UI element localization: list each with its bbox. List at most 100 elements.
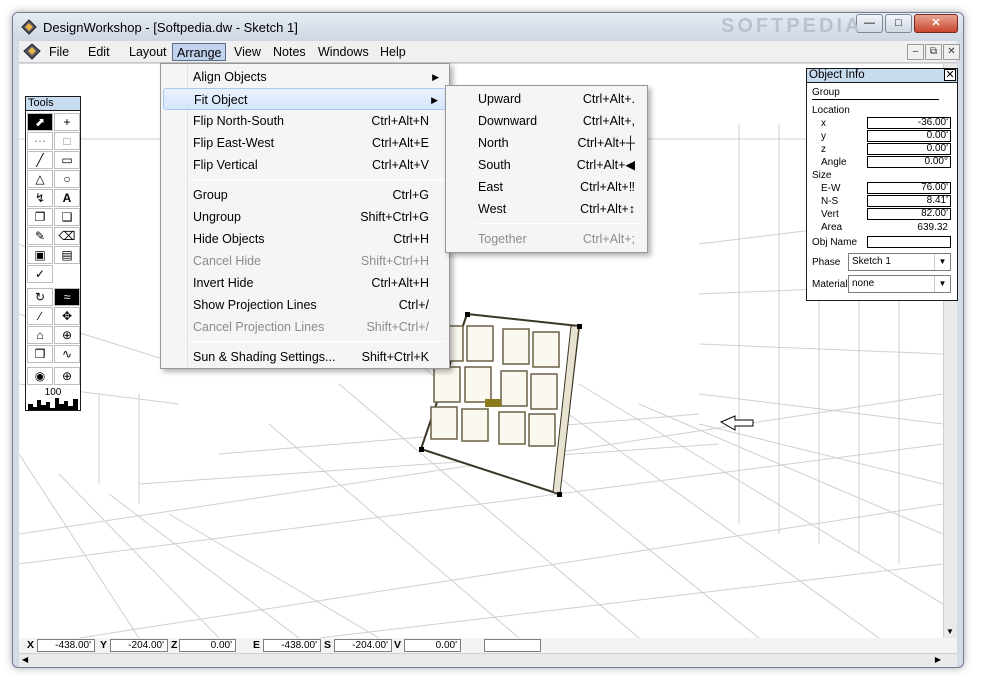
phase-select[interactable]: Sketch 1 ▼ [848, 253, 951, 271]
menu-arrange[interactable]: Arrange [172, 43, 227, 61]
menu-layout[interactable]: Layout [125, 43, 171, 61]
menu-edit[interactable]: Edit [84, 43, 114, 61]
menu-flip-east-west[interactable]: Flip East-West Ctrl+Alt+E [163, 132, 447, 154]
menu-file[interactable]: File [45, 43, 73, 61]
coord-e-field[interactable]: -438.00' [263, 639, 321, 652]
menu-item-label: Flip East-West [193, 136, 275, 150]
document-icon[interactable] [23, 43, 41, 60]
menu-fit-west[interactable]: West Ctrl+Alt+↕ [448, 198, 645, 220]
y-field[interactable]: 0.00' [867, 130, 951, 142]
scroll-left-icon[interactable]: ◀ [22, 655, 28, 664]
menu-shortcut: Ctrl+Alt+N [371, 114, 429, 128]
doc-restore-button[interactable]: ⧉ [925, 44, 942, 60]
maximize-button[interactable]: □ [885, 14, 912, 33]
crosshair-tool-icon[interactable]: + [54, 113, 80, 131]
target-tool-icon[interactable]: ⊕ [54, 367, 80, 385]
window-tool-icon[interactable]: ▤ [54, 246, 80, 264]
menu-flip-vertical[interactable]: Flip Vertical Ctrl+Alt+V [163, 154, 447, 176]
menu-shortcut: Ctrl+Alt+◀ [576, 158, 635, 172]
horizontal-scrollbar[interactable]: ◀ ▶ [19, 653, 957, 667]
walk-tool-icon[interactable]: ∿ [54, 345, 80, 363]
coord-s-field[interactable]: -204.00' [334, 639, 392, 652]
menu-shortcut: Ctrl+Alt+↕ [580, 202, 635, 216]
menu-cancel-projection-lines[interactable]: Cancel Projection Lines Shift+Ctrl+/ [163, 316, 447, 338]
ns-field[interactable]: 8.41' [867, 195, 951, 207]
menu-fit-together[interactable]: Together Ctrl+Alt+; [448, 228, 645, 250]
menu-fit-downward[interactable]: Downward Ctrl+Alt+, [448, 110, 645, 132]
doc-close-button[interactable]: ✕ [943, 44, 960, 60]
menu-sun-shading-settings[interactable]: Sun & Shading Settings... Shift+Ctrl+K [163, 346, 447, 368]
menu-help[interactable]: Help [376, 43, 410, 61]
eyedropper-tool-icon[interactable]: ✓ [27, 265, 53, 283]
menu-cancel-hide[interactable]: Cancel Hide Shift+Ctrl+H [163, 250, 447, 272]
skyline-icon[interactable] [28, 398, 78, 410]
rectangle-tool-icon[interactable]: ▭ [54, 151, 80, 169]
scroll-right-icon[interactable]: ▶ [935, 655, 941, 664]
grid-dots-tool-icon[interactable]: ⋯ [27, 132, 53, 150]
menu-item-label: Cancel Hide [193, 254, 262, 268]
rotate-tool-icon[interactable]: ↻ [27, 288, 53, 306]
menu-windows[interactable]: Windows [314, 43, 373, 61]
z-field[interactable]: 0.00' [867, 143, 951, 155]
door-tool-icon[interactable]: ▣ [27, 246, 53, 264]
object-kind: Group [812, 87, 840, 98]
angle-field[interactable]: 0.00° [867, 156, 951, 168]
menu-hide-objects[interactable]: Hide Objects Ctrl+H [163, 228, 447, 250]
menu-flip-north-south[interactable]: Flip North-South Ctrl+Alt+N [163, 110, 447, 132]
coord-extra-field[interactable] [484, 639, 541, 652]
coord-v-field[interactable]: 0.00' [404, 639, 461, 652]
block-tool-icon[interactable]: ❐ [27, 208, 53, 226]
object-info-close-icon[interactable]: ✕ [944, 69, 956, 81]
material-select[interactable]: none ▼ [848, 275, 951, 293]
roof-tool-icon[interactable]: ⌂ [27, 326, 53, 344]
menu-fit-north[interactable]: North Ctrl+Alt+┼ [448, 132, 645, 154]
ew-field[interactable]: 76.00' [867, 182, 951, 194]
menu-view[interactable]: View [230, 43, 265, 61]
area-label: Area [821, 222, 843, 233]
eraser-tool-icon[interactable]: ⌫ [54, 227, 80, 245]
menu-align-objects[interactable]: Align Objects ▶ [163, 66, 447, 88]
knife-tool-icon[interactable]: ∕ [27, 307, 53, 325]
menu-item-label: Show Projection Lines [193, 298, 317, 312]
pencil-tool-icon[interactable]: ✎ [27, 227, 53, 245]
menu-shortcut: Ctrl+/ [398, 298, 429, 312]
close-button[interactable]: ✕ [914, 14, 958, 33]
select-tool-icon[interactable]: ⬈ [27, 113, 53, 131]
menu-shortcut: Ctrl+H [393, 232, 429, 246]
text-tool-icon[interactable]: A [54, 189, 80, 207]
menu-fit-object[interactable]: Fit Object ▶ [163, 88, 447, 110]
doc-minimize-button[interactable]: – [907, 44, 924, 60]
polyline-tool-icon[interactable]: ↯ [27, 189, 53, 207]
coord-z-field[interactable]: 0.00' [179, 639, 236, 652]
coord-x-field[interactable]: -438.00' [37, 639, 95, 652]
menu-fit-upward[interactable]: Upward Ctrl+Alt+. [448, 88, 645, 110]
line-tool-icon[interactable]: ╱ [27, 151, 53, 169]
menu-fit-south[interactable]: South Ctrl+Alt+◀ [448, 154, 645, 176]
marquee-tool-icon[interactable]: □ [54, 132, 80, 150]
menu-item-label: North [478, 136, 509, 150]
coord-y-field[interactable]: -204.00' [110, 639, 168, 652]
menu-notes[interactable]: Notes [269, 43, 310, 61]
menu-show-projection-lines[interactable]: Show Projection Lines Ctrl+/ [163, 294, 447, 316]
menu-shortcut: Ctrl+Alt+‼ [580, 180, 635, 194]
x-field[interactable]: -36.00' [867, 117, 951, 129]
menu-shortcut: Ctrl+G [392, 188, 429, 202]
box-tool-icon[interactable]: ❒ [27, 345, 53, 363]
circle-tool-icon[interactable]: ○ [54, 170, 80, 188]
extrude-tool-icon[interactable]: ❑ [54, 208, 80, 226]
menu-fit-east[interactable]: East Ctrl+Alt+‼ [448, 176, 645, 198]
menu-ungroup[interactable]: Ungroup Shift+Ctrl+G [163, 206, 447, 228]
menu-invert-hide[interactable]: Invert Hide Ctrl+Alt+H [163, 272, 447, 294]
menu-item-label: Together [478, 232, 527, 246]
move-tool-icon[interactable]: ✥ [54, 307, 80, 325]
menu-shortcut: Ctrl+Alt+E [372, 136, 429, 150]
size-label: Size [812, 170, 832, 181]
eye-tool-icon[interactable]: ◉ [27, 367, 53, 385]
terrain-tool-icon[interactable]: ≈ [54, 288, 80, 306]
polygon-tool-icon[interactable]: △ [27, 170, 53, 188]
menu-group[interactable]: Group Ctrl+G [163, 184, 447, 206]
objname-field[interactable] [867, 236, 951, 248]
vert-field[interactable]: 82.00' [867, 208, 951, 220]
align-tool-icon[interactable]: ⊕ [54, 326, 80, 344]
scroll-down-icon[interactable]: ▼ [946, 627, 954, 636]
